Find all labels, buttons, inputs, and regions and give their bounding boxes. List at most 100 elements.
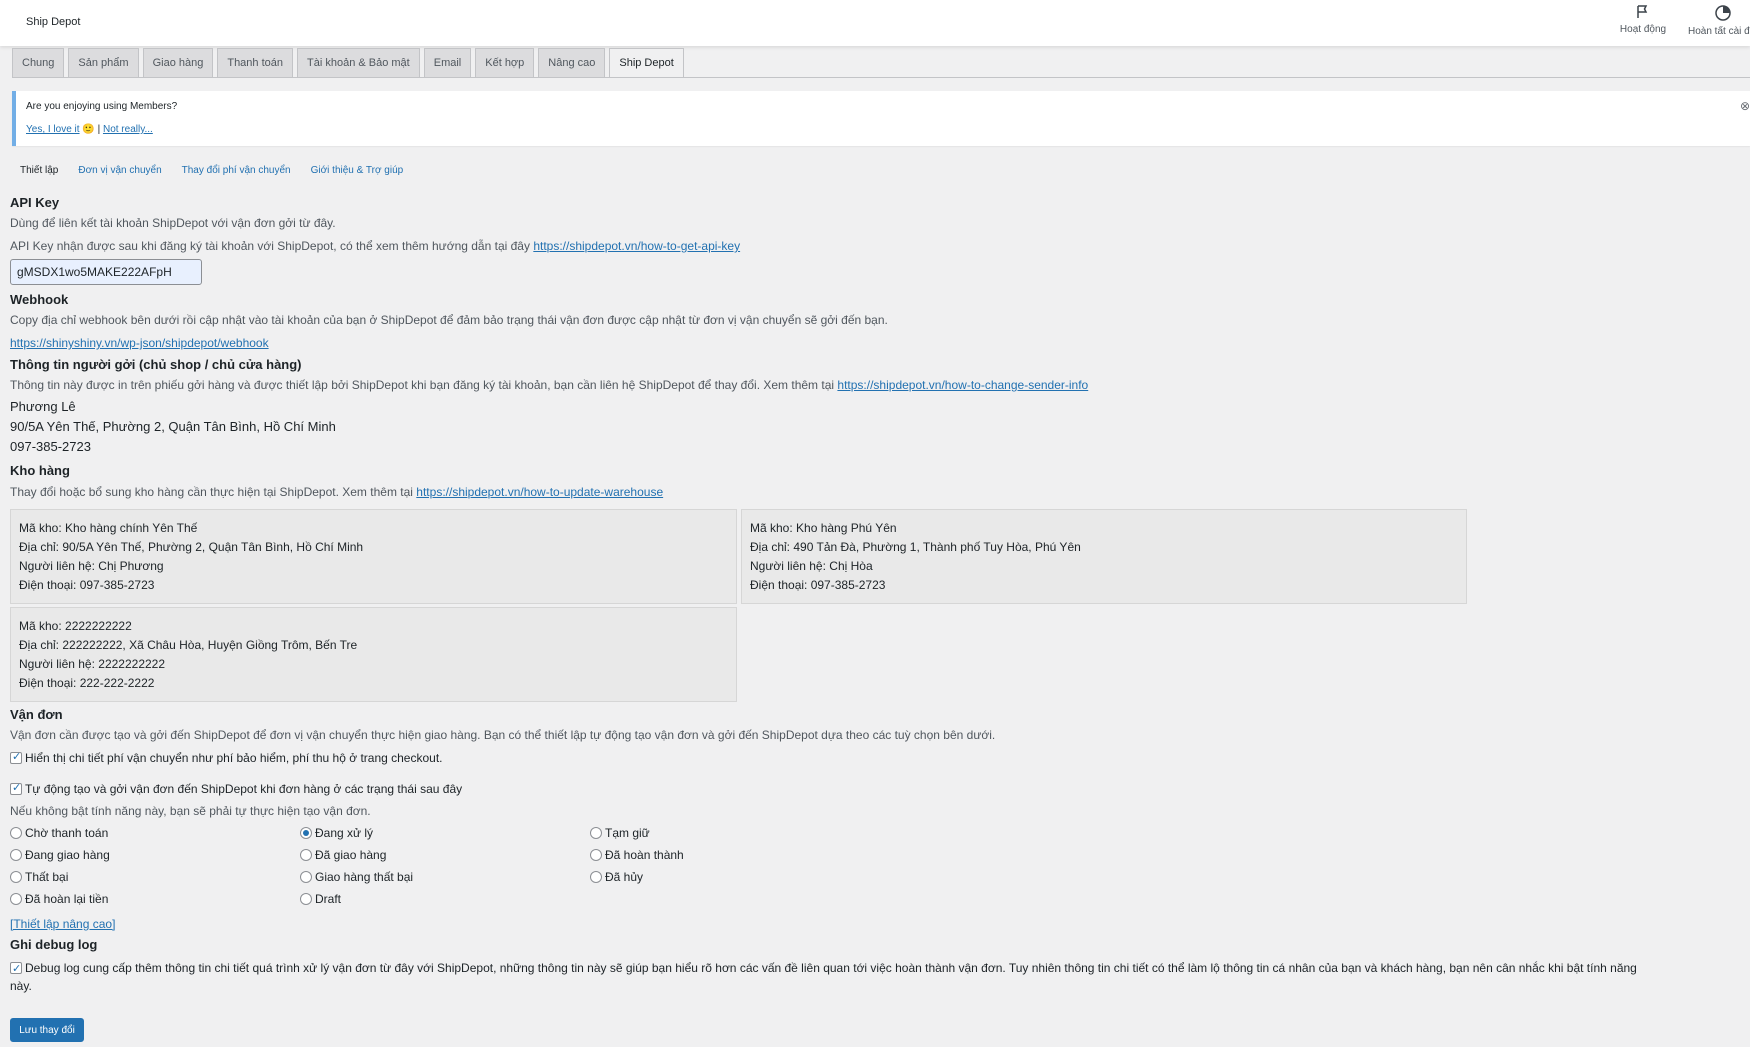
status-radio[interactable] <box>300 871 312 883</box>
status-label: Giao hàng thất bại <box>315 870 414 884</box>
smile-icon: 🙂 <box>82 124 95 135</box>
tab-chung[interactable]: Chung <box>12 48 65 78</box>
status-option[interactable]: Đang giao hàng <box>10 848 110 862</box>
debug-text-end: này. <box>10 979 32 993</box>
status-option[interactable]: Tạm giữ <box>590 826 650 840</box>
status-label: Thất bại <box>25 870 69 884</box>
status-label: Đang xử lý <box>315 826 374 840</box>
warehouse-help-link[interactable]: https://shipdepot.vn/how-to-update-wareh… <box>416 485 663 499</box>
tab-ket-hop[interactable]: Kết hợp <box>475 48 535 78</box>
warehouse-phone: Điện thoại: 097-385-2723 <box>750 578 886 592</box>
sender-desc-text: Thông tin này được in trên phiếu gởi hàn… <box>10 378 835 392</box>
sub-navigation: Thiết lập Đơn vị vận chuyển Thay đổi phí… <box>20 165 403 176</box>
sender-desc: Thông tin này được in trên phiếu gởi hàn… <box>10 378 1088 392</box>
tab-tai-khoan[interactable]: Tài khoản & Bảo mật <box>297 48 420 78</box>
tab-nang-cao[interactable]: Nâng cao <box>538 48 606 78</box>
api-key-help-text: API Key nhận được sau khi đăng ký tài kh… <box>10 239 530 253</box>
status-option[interactable]: Chờ thanh toán <box>10 826 108 840</box>
status-radio[interactable] <box>10 893 22 905</box>
settings-tabs: Chung Sản phẩm Giao hàng Thanh toán Tài … <box>12 48 684 78</box>
notice-yes-link[interactable]: Yes, I love it <box>26 124 80 135</box>
status-radio[interactable] <box>590 827 602 839</box>
save-button[interactable]: Lưu thay đổi <box>10 1018 84 1042</box>
warehouse-contact: Người liên hệ: Chị Hòa <box>750 559 873 573</box>
debug-checkbox[interactable] <box>10 960 22 978</box>
warehouse-contact: Người liên hệ: 2222222222 <box>19 657 166 671</box>
status-label: Tạm giữ <box>605 826 650 840</box>
sender-help-link[interactable]: https://shipdepot.vn/how-to-change-sende… <box>837 378 1088 392</box>
warehouse-code: Mã kho: 2222222222 <box>19 619 132 633</box>
tab-ship-depot[interactable]: Ship Depot <box>609 48 684 78</box>
status-radio[interactable] <box>300 827 312 839</box>
debug-option[interactable]: Debug log cung cấp thêm thông tin chi ti… <box>10 959 1748 995</box>
warehouse-contact: Người liên hệ: Chị Phương <box>19 559 164 573</box>
webhook-url-link[interactable]: https://shinyshiny.vn/wp-json/shipdepot/… <box>10 336 269 350</box>
sender-name: Phương Lê <box>10 399 76 414</box>
warehouse-code: Mã kho: Kho hàng chính Yên Thế <box>19 521 198 535</box>
flag-icon <box>1637 5 1648 18</box>
warehouse-code: Mã kho: Kho hàng Phú Yên <box>750 521 897 535</box>
subnav-setup[interactable]: Thiết lập <box>20 165 58 176</box>
app-title: Ship Depot <box>26 16 81 28</box>
members-notice: Are you enjoying using Members? Yes, I l… <box>12 91 1750 146</box>
warehouse-card: Mã kho: Kho hàng chính Yên Thế Địa chỉ: … <box>10 509 737 604</box>
api-key-input[interactable] <box>10 259 202 285</box>
status-radio[interactable] <box>10 827 22 839</box>
status-option[interactable]: Đã hủy <box>590 870 643 884</box>
order-heading: Vận đơn <box>10 707 63 722</box>
status-label: Đang giao hàng <box>25 848 110 862</box>
warehouse-desc-text: Thay đổi hoặc bổ sung kho hàng cần thực … <box>10 485 413 499</box>
warehouse-phone: Điện thoại: 222-222-2222 <box>19 676 155 690</box>
status-option[interactable]: Đã hoàn lại tiền <box>10 892 108 906</box>
auto-create-label: Tự động tạo và gởi vận đơn đến ShipDepot… <box>25 782 463 796</box>
advanced-settings-link[interactable]: [Thiết lập nâng cao] <box>10 917 115 931</box>
tab-email[interactable]: Email <box>423 48 472 78</box>
status-label: Đã giao hàng <box>315 848 387 862</box>
notice-no-link[interactable]: Not really... <box>103 124 153 135</box>
warehouse-heading: Kho hàng <box>10 463 70 478</box>
api-key-help: API Key nhận được sau khi đăng ký tài kh… <box>10 239 740 253</box>
dismiss-icon[interactable]: ⊗ <box>1740 99 1750 113</box>
show-fee-checkbox[interactable] <box>10 750 22 764</box>
status-option[interactable]: Giao hàng thất bại <box>300 870 413 884</box>
auto-create-note: Nếu không bật tính năng này, bạn sẽ phải… <box>10 804 371 818</box>
notice-question: Are you enjoying using Members? <box>26 101 178 112</box>
sender-address: 90/5A Yên Thế, Phường 2, Quận Tân Bình, … <box>10 419 336 434</box>
activity-label: Hoạt động <box>1619 24 1667 35</box>
webhook-desc: Copy địa chỉ webhook bên dưới rồi cập nh… <box>10 313 888 327</box>
tab-giao-hang[interactable]: Giao hàng <box>142 48 214 78</box>
subnav-fee[interactable]: Thay đổi phí vận chuyển <box>182 165 291 176</box>
status-label: Đã hoàn thành <box>605 848 684 862</box>
status-radio[interactable] <box>590 849 602 861</box>
status-option[interactable]: Thất bại <box>10 870 68 884</box>
subnav-carriers[interactable]: Đơn vị vận chuyển <box>78 165 161 176</box>
status-radio[interactable] <box>590 871 602 883</box>
show-fee-option[interactable]: Hiển thị chi tiết phí vận chuyển như phí… <box>10 750 443 765</box>
tab-divider <box>12 77 1750 78</box>
auto-create-checkbox[interactable] <box>10 781 22 795</box>
notice-links: Yes, I love it 🙂 | Not really... <box>26 124 153 135</box>
api-key-desc: Dùng để liên kết tài khoản ShipDepot với… <box>10 216 336 230</box>
sender-phone: 097-385-2723 <box>10 439 91 454</box>
tab-thanh-toan[interactable]: Thanh toán <box>217 48 293 78</box>
tab-san-pham[interactable]: Sản phẩm <box>68 48 139 78</box>
finish-setup-button[interactable]: Hoàn tất cài đ <box>1688 4 1750 37</box>
activity-button[interactable]: Hoạt động <box>1608 4 1678 35</box>
status-radio[interactable] <box>300 849 312 861</box>
status-radio[interactable] <box>10 871 22 883</box>
subnav-help[interactable]: Giới thiệu & Trợ giúp <box>311 165 404 176</box>
status-label: Draft <box>315 892 342 906</box>
status-label: Đã hủy <box>605 870 644 884</box>
warehouse-address: Địa chỉ: 90/5A Yên Thế, Phường 2, Quận T… <box>19 540 364 554</box>
status-option[interactable]: Draft <box>300 892 341 906</box>
status-radio[interactable] <box>10 849 22 861</box>
status-option[interactable]: Đã giao hàng <box>300 848 386 862</box>
status-option[interactable]: Đã hoàn thành <box>590 848 684 862</box>
status-radio[interactable] <box>300 893 312 905</box>
status-option[interactable]: Đang xử lý <box>300 826 373 840</box>
top-bar: Ship Depot Hoạt động Hoàn tất cài đ <box>0 0 1750 46</box>
auto-create-option[interactable]: Tự động tạo và gởi vận đơn đến ShipDepot… <box>10 781 463 796</box>
order-desc: Vận đơn cần được tạo và gởi đến ShipDepo… <box>10 728 996 742</box>
webhook-heading: Webhook <box>10 292 69 307</box>
api-key-help-link[interactable]: https://shipdepot.vn/how-to-get-api-key <box>533 239 740 253</box>
